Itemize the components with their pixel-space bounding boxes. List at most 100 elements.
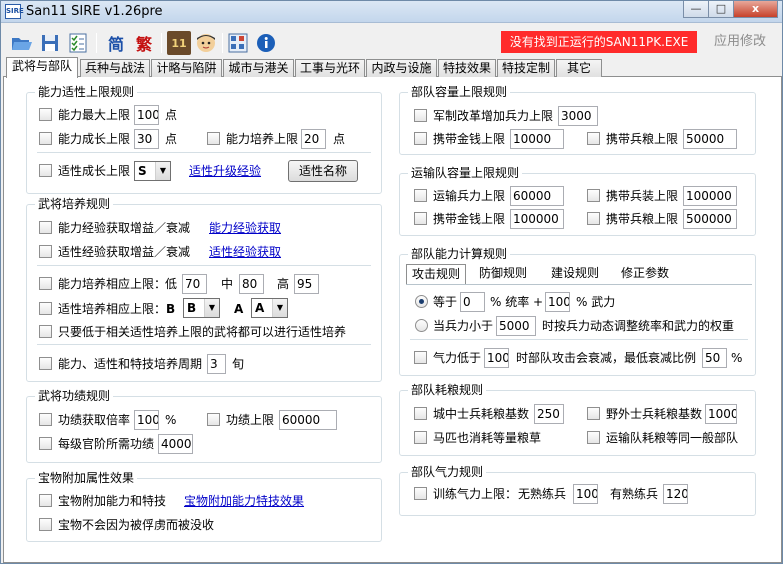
group-title: 宝物附加属性效果: [35, 471, 138, 485]
merit-gain-input[interactable]: 100: [134, 410, 159, 430]
below-cap-train-label: 只要低于相关适性培养上限的武将都可以进行适性培养: [58, 325, 347, 339]
transport-food-checkbox[interactable]: [587, 212, 600, 225]
tab-cities-ports[interactable]: 城市与港关: [223, 59, 294, 77]
city-food-checkbox[interactable]: [414, 407, 427, 420]
skilled-morale-input[interactable]: 120: [663, 484, 688, 504]
san11-game-icon[interactable]: 11: [167, 31, 191, 55]
equals-label: 等于: [433, 295, 458, 309]
traditional-chinese-button[interactable]: 繁: [132, 31, 156, 55]
max-ability-checkbox[interactable]: [39, 108, 52, 121]
tab-troops-tactics[interactable]: 兵种与战法: [80, 59, 150, 77]
equals-input[interactable]: 0: [460, 292, 485, 312]
transport-food-input[interactable]: 500000: [683, 209, 737, 229]
rank-merit-checkbox[interactable]: [39, 437, 52, 450]
ability-growth-checkbox[interactable]: [39, 132, 52, 145]
field-food-checkbox[interactable]: [587, 407, 600, 420]
morale-min-input[interactable]: 50: [702, 348, 727, 368]
train-period-input[interactable]: 3: [207, 354, 226, 374]
ability-growth-input[interactable]: 30: [134, 129, 159, 149]
subtab-attack[interactable]: 攻击规则: [406, 264, 466, 284]
merit-cap-input[interactable]: 60000: [279, 410, 337, 430]
treasure-ability-checkbox[interactable]: [39, 494, 52, 507]
transport-arms-input[interactable]: 100000: [683, 186, 737, 206]
reform-troops-input[interactable]: 3000: [558, 106, 598, 126]
below-cap-train-checkbox[interactable]: [39, 325, 52, 338]
transport-food-same-checkbox[interactable]: [587, 431, 600, 444]
high-cap-input[interactable]: 95: [294, 274, 319, 294]
skilled-label: 有熟练兵: [610, 487, 659, 501]
ability-exp-link[interactable]: 能力经验获取: [209, 220, 281, 236]
tab-skill-custom[interactable]: 特技定制: [497, 59, 555, 77]
ability-growth-label: 能力成长上限: [58, 132, 131, 146]
horse-food-checkbox[interactable]: [414, 431, 427, 444]
troops-less-radio[interactable]: [415, 319, 428, 332]
merit-cap-checkbox[interactable]: [207, 413, 220, 426]
carry-food-input[interactable]: 50000: [683, 129, 737, 149]
aptitude-name-button[interactable]: 适性名称: [288, 160, 358, 182]
info-icon[interactable]: [254, 31, 278, 55]
carry-gold-input[interactable]: 10000: [510, 129, 564, 149]
ability-exp-gain-checkbox[interactable]: [39, 221, 52, 234]
max-ability-input[interactable]: 100: [134, 105, 159, 125]
subtab-build[interactable]: 建设规则: [543, 264, 607, 284]
aptitude-train-cap-checkbox[interactable]: [39, 302, 52, 315]
aptitude-exp-gain-checkbox[interactable]: [39, 245, 52, 258]
troops-less-input[interactable]: 5000: [496, 316, 536, 336]
tab-generals-units[interactable]: 武将与部队: [6, 57, 78, 78]
city-food-input[interactable]: 250: [534, 404, 564, 424]
rate-input[interactable]: 100: [545, 292, 570, 312]
equals-radio[interactable]: [415, 295, 428, 308]
transport-gold-checkbox[interactable]: [414, 212, 427, 225]
tab-works-auras[interactable]: 工事与光环: [295, 59, 365, 77]
ability-train-cap-checkbox[interactable]: [39, 277, 52, 290]
treasure-keep-checkbox[interactable]: [39, 518, 52, 531]
transport-troops-input[interactable]: 60000: [510, 186, 564, 206]
mid-cap-input[interactable]: 80: [239, 274, 264, 294]
close-button[interactable]: x: [733, 1, 778, 18]
open-folder-icon[interactable]: [10, 31, 34, 55]
transport-food-label: 携带兵粮上限: [606, 212, 679, 226]
transport-gold-input[interactable]: 100000: [510, 209, 564, 229]
subtab-modifiers[interactable]: 修正参数: [613, 264, 677, 284]
checklist-icon[interactable]: [66, 31, 90, 55]
low-cap-input[interactable]: 70: [182, 274, 207, 294]
save-icon[interactable]: [38, 31, 62, 55]
ability-train-input[interactable]: 20: [301, 129, 326, 149]
tab-other[interactable]: 其它: [556, 59, 602, 77]
calculator-icon[interactable]: [226, 31, 250, 55]
aptitude-upgrade-exp-link[interactable]: 适性升级经验: [189, 163, 261, 179]
b-cap-select[interactable]: B ▼: [183, 298, 220, 318]
transport-troops-checkbox[interactable]: [414, 189, 427, 202]
unit-label: 点: [165, 108, 178, 122]
maximize-button[interactable]: □: [708, 1, 734, 18]
morale-low-checkbox[interactable]: [414, 351, 427, 364]
ability-train-checkbox[interactable]: [207, 132, 220, 145]
general-portrait-icon[interactable]: [194, 31, 218, 55]
train-morale-checkbox[interactable]: [414, 487, 427, 500]
carry-food-checkbox[interactable]: [587, 132, 600, 145]
unskilled-morale-input[interactable]: 100: [573, 484, 598, 504]
game-status-indicator: 没有找到正运行的SAN11PK.EXE: [501, 31, 697, 53]
apply-changes-button[interactable]: 应用修改: [705, 31, 775, 53]
subtab-defense[interactable]: 防御规则: [471, 264, 535, 284]
treasure-effect-link[interactable]: 宝物附加能力特技效果: [184, 493, 304, 509]
tab-schemes-traps[interactable]: 计略与陷阱: [151, 59, 222, 77]
simplified-chinese-button[interactable]: 简: [104, 31, 128, 55]
aptitude-growth-checkbox[interactable]: [39, 164, 52, 177]
aptitude-growth-select[interactable]: S ▼: [134, 161, 171, 181]
field-food-label: 野外士兵耗粮基数: [606, 407, 703, 421]
merit-gain-checkbox[interactable]: [39, 413, 52, 426]
aptitude-exp-link[interactable]: 适性经验获取: [209, 244, 281, 260]
tab-domestic-facilities[interactable]: 内政与设施: [366, 59, 437, 77]
carry-gold-checkbox[interactable]: [414, 132, 427, 145]
rank-merit-input[interactable]: 4000: [158, 434, 193, 454]
train-period-checkbox[interactable]: [39, 357, 52, 370]
reform-troops-checkbox[interactable]: [414, 109, 427, 122]
carry-gold-label: 携带金钱上限: [433, 132, 506, 146]
a-cap-select[interactable]: A ▼: [251, 298, 288, 318]
tab-skill-effects[interactable]: 特技效果: [438, 59, 496, 77]
minimize-button[interactable]: —: [683, 1, 709, 18]
morale-low-input[interactable]: 100: [484, 348, 509, 368]
field-food-input[interactable]: 1000: [705, 404, 737, 424]
transport-arms-checkbox[interactable]: [587, 189, 600, 202]
